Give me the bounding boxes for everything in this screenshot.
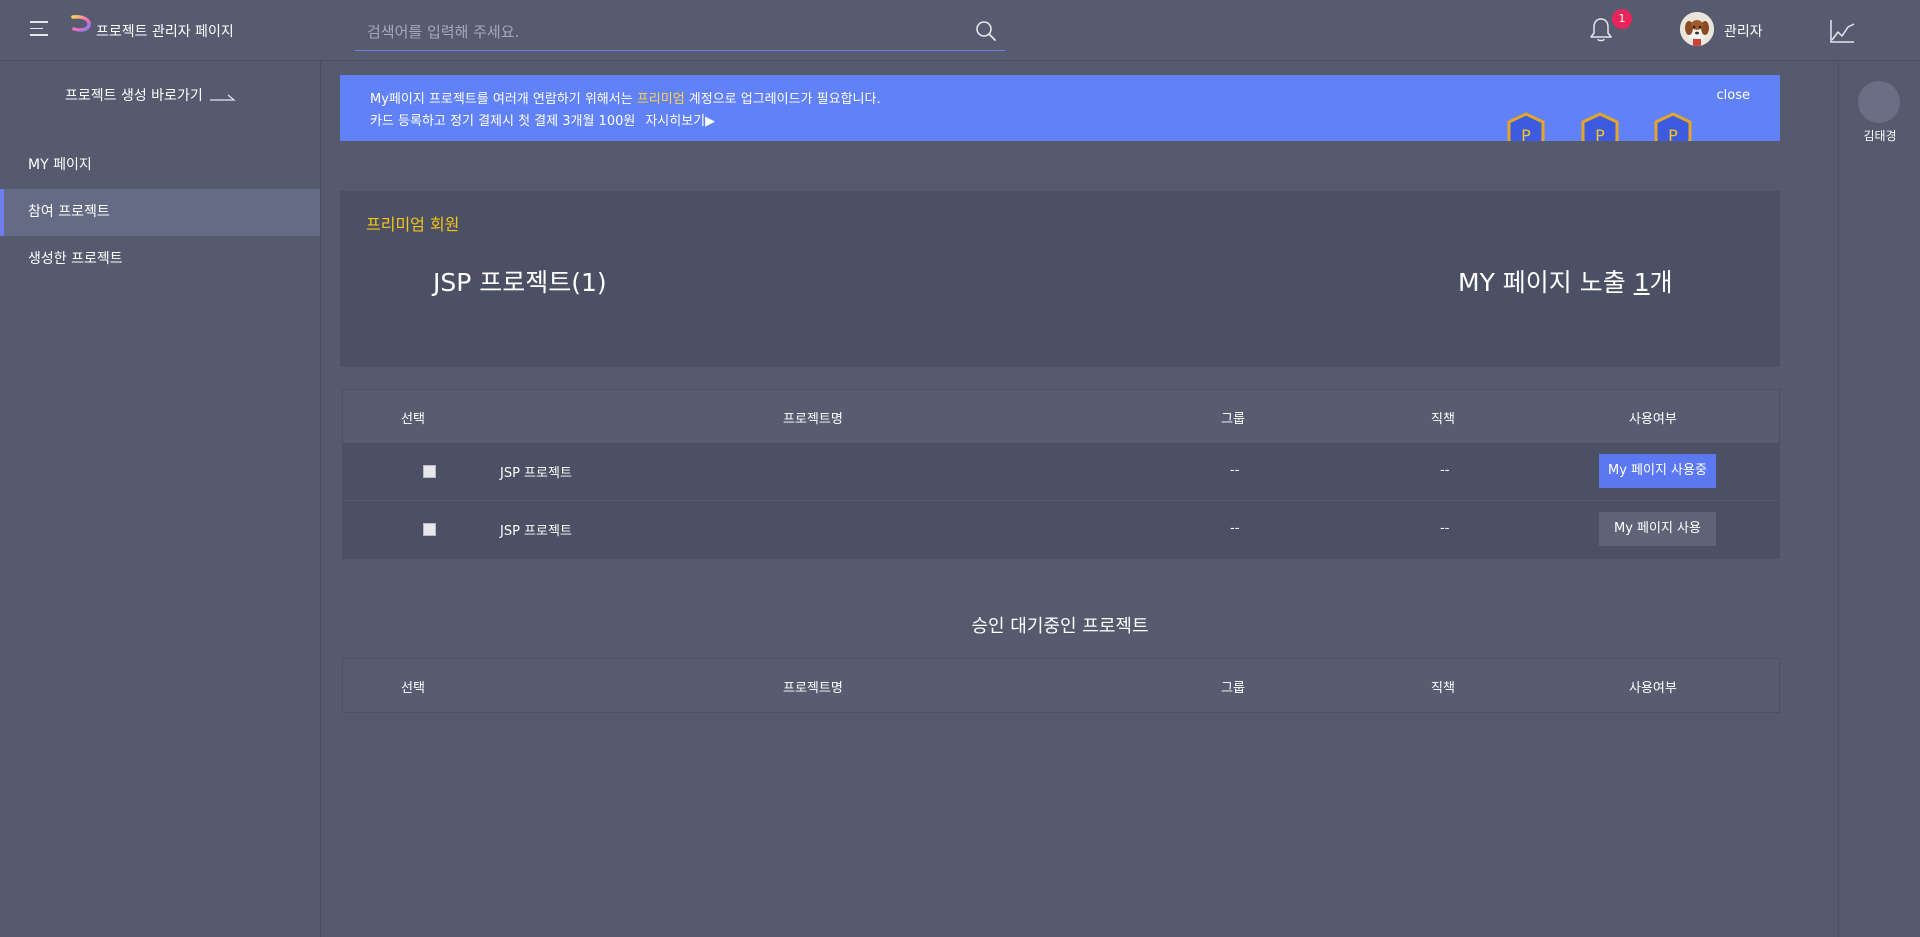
header-group: 그룹: [1221, 681, 1245, 696]
right-rail: 김태경: [1838, 61, 1920, 937]
premium-banner: My페이지 프로젝트를 여러개 연람하기 위해서는 프리미엄 계정으로 업그레이…: [340, 75, 1780, 141]
premium-medal-icon: P: [1507, 112, 1545, 141]
create-project-shortcut[interactable]: 프로젝트 생성 바로가기: [65, 85, 237, 105]
member-avatar[interactable]: [1858, 81, 1900, 123]
app-title: 프로젝트 관리자 페이지: [96, 24, 234, 40]
row-group: --: [1230, 521, 1240, 536]
my-page-exposure: MY 페이지 노출 1개: [1458, 263, 1673, 299]
participating-projects-table: 선택 프로젝트명 그룹 직책 사용여부 JSP 프로젝트 -- -- My 페이…: [342, 389, 1780, 559]
chart-icon[interactable]: [1828, 18, 1856, 44]
svg-text:P: P: [1595, 126, 1605, 141]
app-logo: [71, 14, 91, 44]
top-bar: 프로젝트 관리자 페이지 1 관리자: [0, 0, 1920, 61]
banner-more-link[interactable]: 자시히보기▶: [645, 114, 715, 129]
my-page-in-use-button[interactable]: My 페이지 사용중: [1599, 454, 1716, 488]
sidebar: 프로젝트 생성 바로가기 MY 페이지 참여 프로젝트 생성한 프로젝트: [0, 61, 321, 937]
table-row: JSP 프로젝트 -- -- My 페이지 사용중: [343, 442, 1779, 500]
header-usage: 사용여부: [1629, 681, 1677, 696]
row-checkbox[interactable]: [423, 523, 436, 536]
banner-close-button[interactable]: close: [1717, 88, 1750, 103]
sidebar-item-participating-projects[interactable]: 참여 프로젝트: [0, 189, 320, 236]
sidebar-nav: MY 페이지 참여 프로젝트 생성한 프로젝트: [0, 142, 320, 283]
premium-summary-card: 프리미엄 회원 JSP 프로젝트(1) MY 페이지 노출 1개: [340, 191, 1780, 367]
current-project: JSP 프로젝트(1): [433, 268, 607, 297]
banner-message: My페이지 프로젝트를 여러개 연람하기 위해서는 프리미엄 계정으로 업그레이…: [370, 88, 881, 107]
header-project-name: 프로젝트명: [783, 412, 843, 427]
header-role: 직책: [1431, 681, 1455, 696]
exposure-prefix: MY 페이지 노출: [1458, 268, 1634, 297]
exposure-count: 1: [1633, 268, 1650, 297]
arrow-right-icon: [210, 94, 236, 101]
notification-badge: 1: [1612, 9, 1632, 29]
svg-text:P: P: [1521, 126, 1531, 141]
header-role: 직책: [1431, 412, 1455, 427]
row-group: --: [1230, 463, 1240, 478]
member-name: 김태경: [1863, 129, 1897, 143]
row-checkbox[interactable]: [423, 465, 436, 478]
header-select: 선택: [401, 681, 425, 696]
search-bar: [355, 12, 1005, 51]
table-header: 선택 프로젝트명 그룹 직책 사용여부: [343, 390, 1779, 442]
svg-text:P: P: [1668, 126, 1678, 141]
row-role: --: [1440, 521, 1450, 536]
premium-medal-icon: P: [1581, 112, 1619, 141]
banner-message-suffix: 계정으로 업그레이드가 필요합니다.: [684, 92, 881, 107]
use-my-page-button[interactable]: My 페이지 사용: [1599, 512, 1716, 546]
premium-medal-icon: P: [1654, 112, 1692, 141]
user-name[interactable]: 관리자: [1724, 21, 1763, 41]
pending-projects-table: 선택 프로젝트명 그룹 직책 사용여부: [342, 658, 1780, 713]
bell-icon[interactable]: [1588, 16, 1614, 44]
pending-projects-title: 승인 대기중인 프로젝트: [971, 616, 1149, 637]
banner-message-prefix: My페이지 프로젝트를 여러개 연람하기 위해서는: [370, 92, 637, 107]
search-icon[interactable]: [975, 20, 997, 42]
row-project-name: JSP 프로젝트: [500, 524, 572, 539]
row-project-name: JSP 프로젝트: [500, 466, 572, 481]
banner-offer: 카드 등록하고 정기 결제시 첫 결제 3개월 100원 자시히보기▶: [370, 110, 715, 129]
table-row: JSP 프로젝트 -- -- My 페이지 사용: [343, 500, 1779, 558]
dog-avatar-icon: [1680, 12, 1714, 46]
sidebar-item-created-projects[interactable]: 생성한 프로젝트: [0, 236, 320, 283]
row-role: --: [1440, 463, 1450, 478]
header-usage: 사용여부: [1629, 412, 1677, 427]
exposure-suffix: 개: [1649, 268, 1673, 297]
banner-offer-text: 카드 등록하고 정기 결제시 첫 결제 3개월 100원: [370, 114, 636, 129]
premium-label: 프리미엄 회원: [366, 215, 460, 234]
header-group: 그룹: [1221, 412, 1245, 427]
header-select: 선택: [401, 412, 425, 427]
sidebar-item-my-page[interactable]: MY 페이지: [0, 142, 320, 189]
header-project-name: 프로젝트명: [783, 681, 843, 696]
menu-icon[interactable]: [30, 21, 48, 37]
shortcut-label: 프로젝트 생성 바로가기: [65, 88, 203, 104]
table-header: 선택 프로젝트명 그룹 직책 사용여부: [343, 659, 1779, 712]
avatar[interactable]: [1680, 12, 1714, 46]
search-input[interactable]: [365, 18, 939, 46]
banner-highlight: 프리미엄: [636, 92, 685, 107]
